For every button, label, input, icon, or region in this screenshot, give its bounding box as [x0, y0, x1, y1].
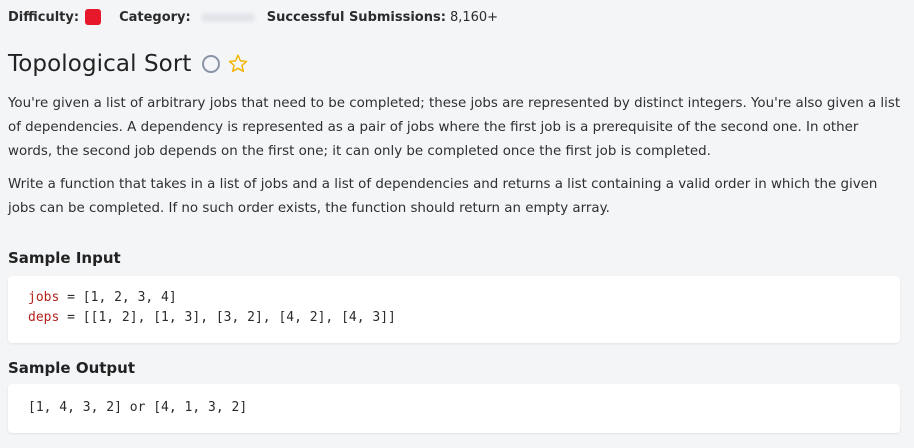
star-icon[interactable] — [227, 53, 249, 75]
submissions-label: Successful Submissions: — [266, 9, 446, 25]
description-paragraph-1: You're given a list of arbitrary jobs th… — [8, 96, 901, 159]
sample-input-code: jobs = [1, 2, 3, 4] deps = [[1, 2], [1, … — [8, 276, 900, 343]
submissions-count: 8,160+ — [449, 9, 499, 25]
sample-output-heading: Sample Output — [8, 359, 136, 377]
code-value: = [1, 2, 3, 4] — [59, 290, 177, 305]
submissions: Successful Submissions: 8,160+ — [267, 10, 498, 25]
title-row: Topological Sort — [8, 48, 249, 80]
circle-icon[interactable] — [201, 55, 220, 73]
category: Category: — [119, 10, 255, 25]
category-label: Category: — [119, 9, 191, 25]
problem-meta: Difficulty: Category: Successful Submiss… — [8, 8, 498, 26]
sample-input-heading: Sample Input — [8, 249, 121, 267]
code-line-output: [1, 4, 3, 2] or [4, 1, 3, 2] — [28, 400, 248, 415]
code-value: = [[1, 2], [1, 3], [3, 2], [4, 2], [4, 3… — [59, 310, 396, 325]
code-var: deps — [28, 310, 60, 325]
code-var: jobs — [28, 290, 60, 305]
code-line-deps: deps = [[1, 2], [1, 3], [3, 2], [4, 2], … — [28, 310, 900, 330]
sample-output-code: [1, 4, 3, 2] or [4, 1, 3, 2] — [8, 384, 900, 433]
difficulty-indicator — [85, 9, 102, 25]
problem-title: Topological Sort — [8, 51, 192, 77]
category-value-blurred — [200, 12, 255, 22]
difficulty-label: Difficulty: — [8, 9, 80, 25]
code-line-jobs: jobs = [1, 2, 3, 4] — [28, 290, 900, 310]
description-paragraph-2: Write a function that takes in a list of… — [8, 177, 878, 216]
